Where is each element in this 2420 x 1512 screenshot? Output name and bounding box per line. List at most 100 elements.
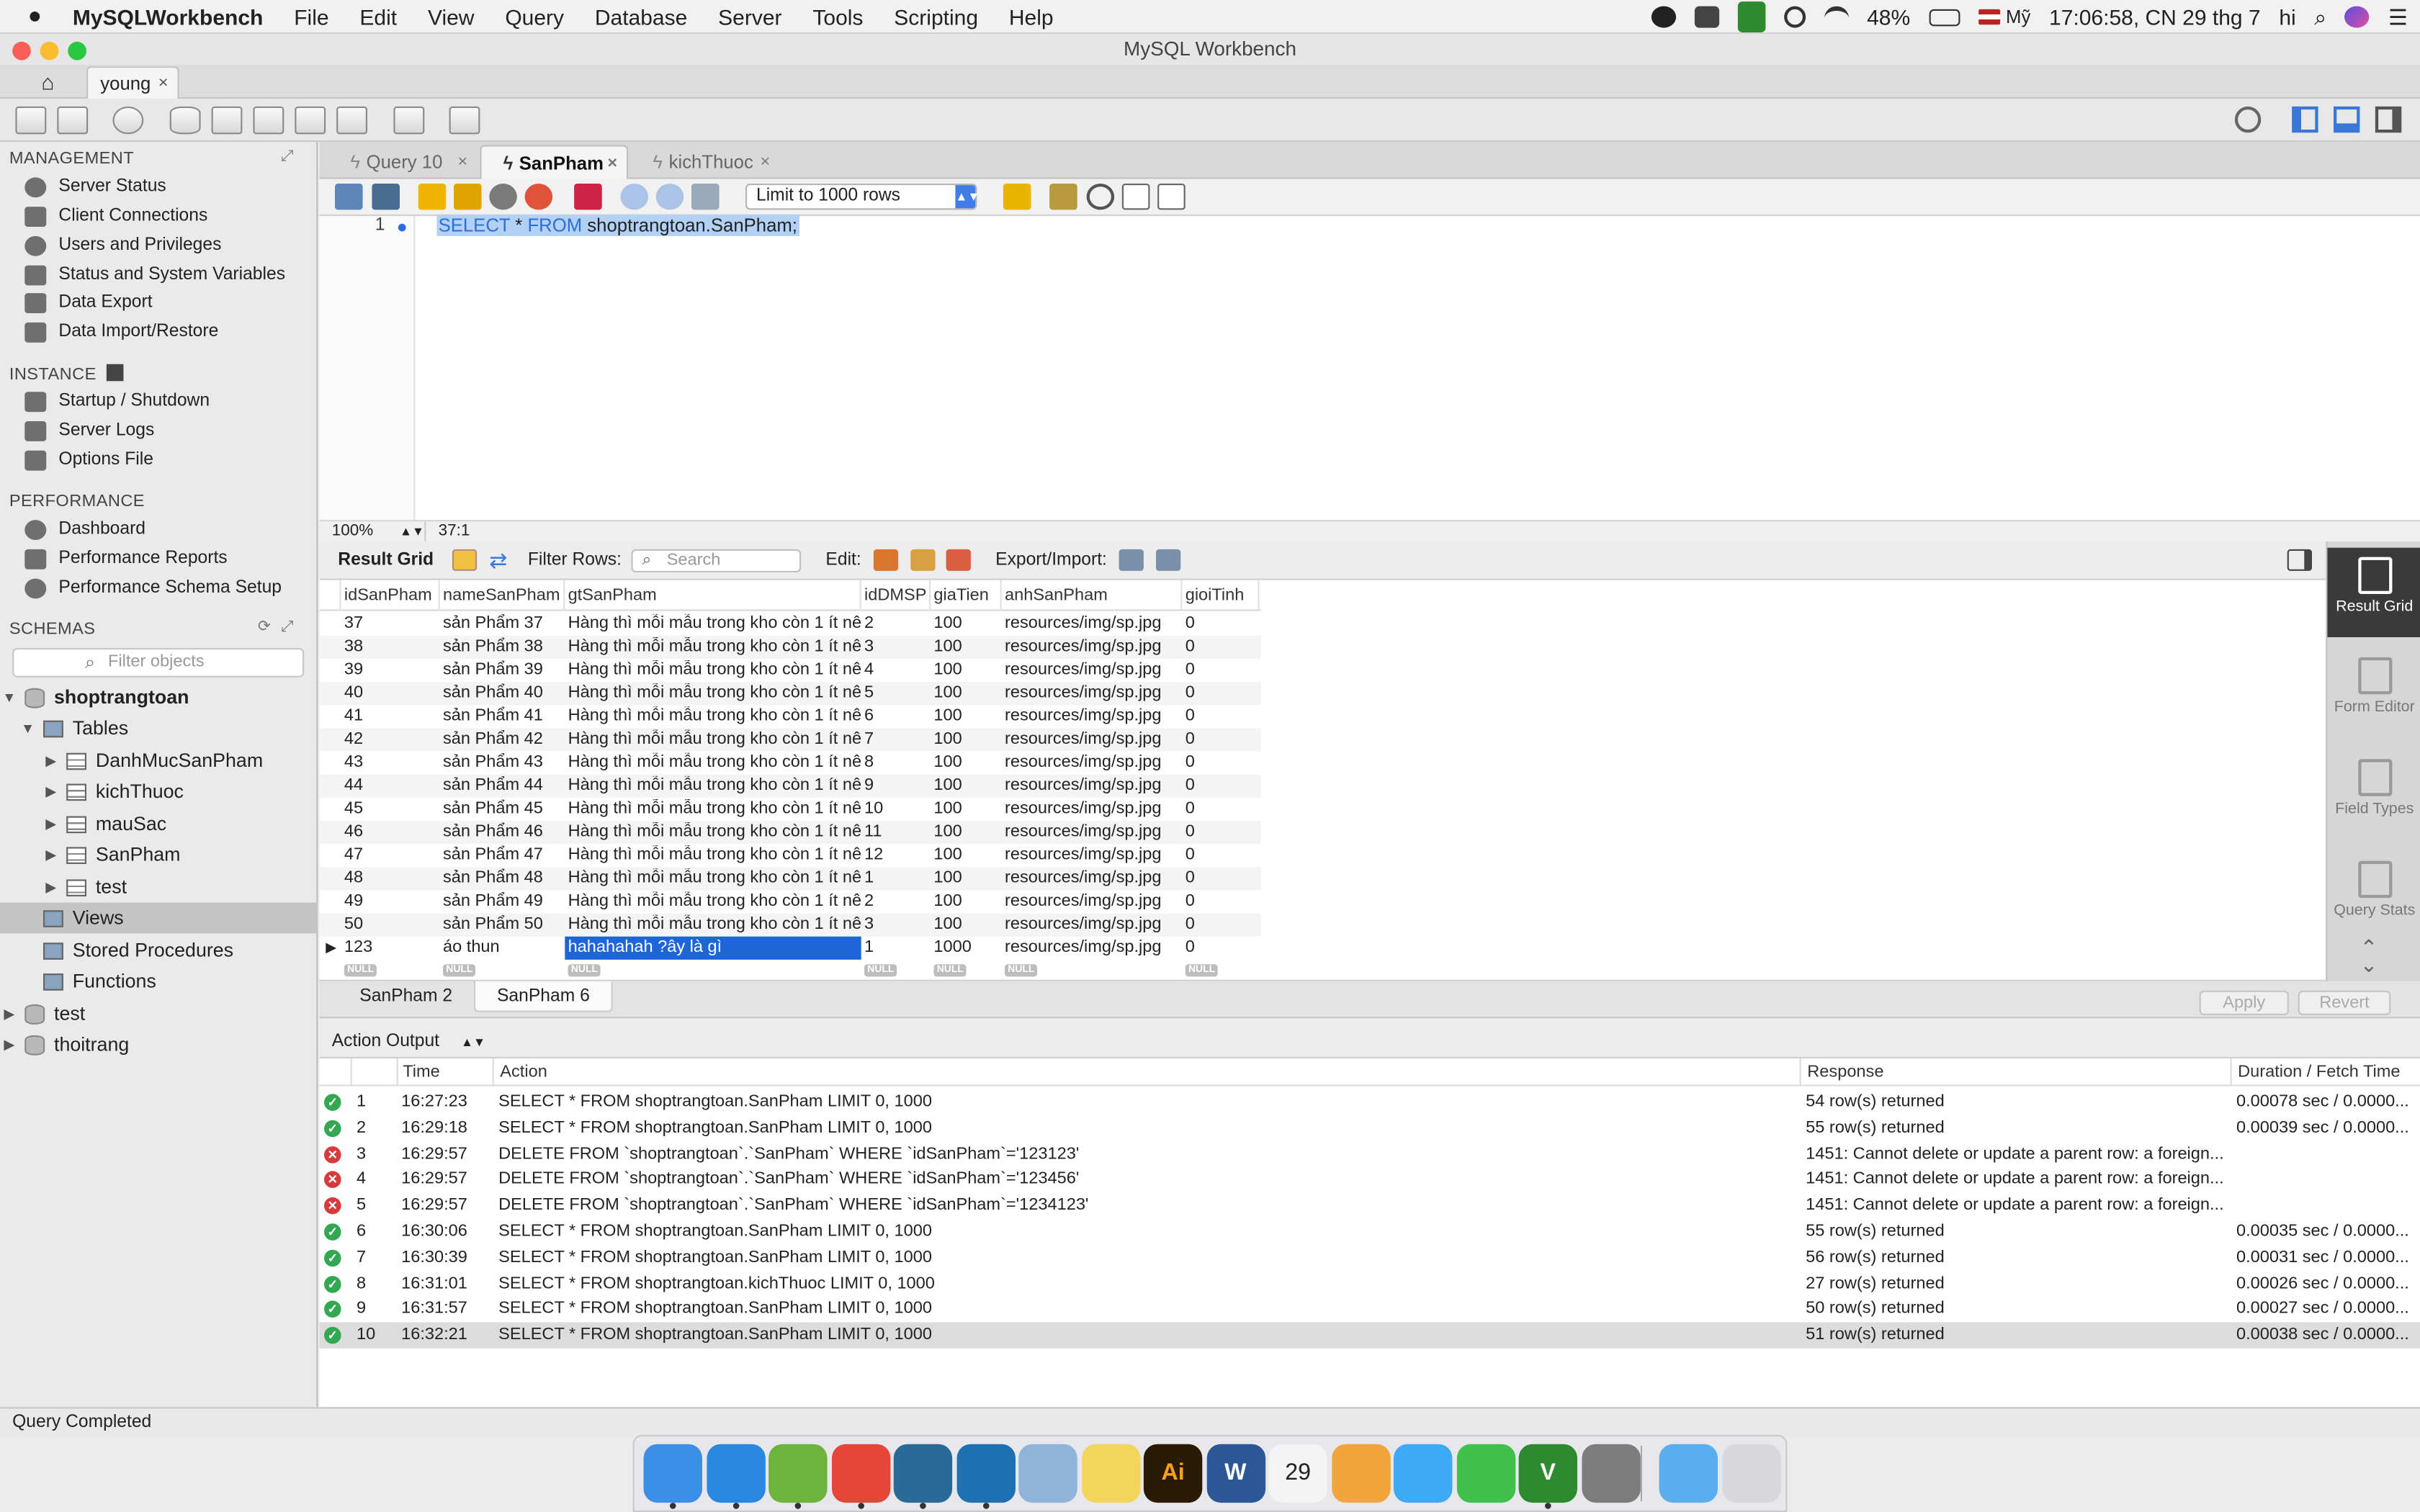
grid-cell-id[interactable]: 38 (344, 637, 437, 656)
grid-cell-description[interactable]: Hàng thì mỗi mẫu trong kho còn 1 ít nê..… (568, 822, 861, 841)
null-badge[interactable]: NULL (344, 964, 377, 977)
create-schema-icon[interactable] (169, 106, 201, 135)
execute-icon[interactable] (418, 183, 447, 210)
grid-cell-id[interactable]: 48 (344, 868, 437, 887)
column-header-id[interactable]: idSanPham (344, 586, 432, 605)
close-window-button[interactable] (12, 41, 31, 60)
table-row[interactable]: 37 sản Phẩm 37 Hàng thì mỗi mẫu trong kho … (320, 613, 1261, 636)
minimize-window-button[interactable] (40, 41, 59, 60)
table-sanpham[interactable]: ▶ SanPham (0, 840, 318, 870)
table-row[interactable]: 44 sản Phẩm 44 Hàng thì mỗi mẫu trong kho … (319, 774, 1261, 798)
apply-button[interactable]: Apply (2199, 990, 2289, 1015)
table-row[interactable]: 46 sản Phẩm 46 Hàng thì mỗi mẫu trong kho … (319, 821, 1261, 845)
query-stats-view-button[interactable]: Query Stats (2327, 856, 2420, 936)
close-icon[interactable]: × (607, 147, 617, 181)
illustrator-icon[interactable]: Ai (1143, 1444, 1203, 1503)
grid-cell-price[interactable]: 100 (933, 799, 1001, 818)
table-row[interactable]: 40 sản Phẩm 40 Hàng thì mỗi mẫu trong kho … (319, 682, 1261, 706)
grid-cell-id[interactable]: 123 (344, 938, 437, 957)
column-divider[interactable] (339, 580, 341, 611)
column-divider[interactable] (438, 580, 440, 611)
grid-cell-image[interactable]: resources/img/sp.jpg (1005, 938, 1180, 957)
grid-cell-description[interactable]: Hàng thì mỗi mẫu trong kho còn 1 ít nê..… (568, 776, 861, 795)
grid-cell-image[interactable]: resources/img/sp.jpg (1005, 845, 1180, 864)
siri-icon[interactable] (2344, 6, 2370, 28)
grid-cell-name[interactable]: sản Phẩm 39 (443, 660, 563, 679)
grid-cell-category-id[interactable]: 10 (864, 799, 931, 818)
grid-cell-id[interactable]: 42 (344, 730, 437, 749)
edit-row-icon[interactable] (873, 549, 899, 571)
input-source[interactable]: Mỹ (2006, 6, 2030, 28)
table-row[interactable]: 42 sản Phẩm 42 Hàng thì mỗi mẫu trong kho … (319, 728, 1261, 752)
grid-cell-id[interactable]: 37 (344, 614, 437, 633)
field-types-view-button[interactable]: Field Types (2327, 755, 2420, 841)
zoom-stepper-icon[interactable]: ▲▼ (400, 521, 424, 541)
grid-view-icon[interactable] (452, 549, 478, 571)
grid-cell-name[interactable]: sản Phẩm 44 (443, 776, 563, 795)
find-icon[interactable] (1086, 183, 1115, 210)
collapse-sidebar-icon[interactable]: ⤢ (281, 148, 293, 166)
toggle-secondary-sidebar-icon[interactable] (2375, 106, 2402, 133)
grid-cell-gender[interactable]: 0 (1186, 776, 1257, 795)
grid-cell-name[interactable]: sản Phẩm 40 (443, 683, 563, 702)
menu-view[interactable]: View (413, 4, 490, 28)
grid-cell-image[interactable]: resources/img/sp.jpg (1005, 637, 1180, 656)
visual-studio-code-icon[interactable] (956, 1444, 1015, 1503)
expand-arrow-icon[interactable]: ▼ (19, 721, 37, 736)
null-badge[interactable]: NULL (933, 964, 967, 977)
add-snippet-icon[interactable] (1003, 183, 1031, 210)
grid-cell-image[interactable]: resources/img/sp.jpg (1005, 822, 1180, 841)
grid-cell-gender[interactable]: 0 (1186, 938, 1257, 957)
grid-cell-price[interactable]: 1000 (933, 938, 1001, 957)
column-divider[interactable] (1000, 580, 1002, 611)
tab-query-10[interactable]: ϟ Query 10 × (328, 145, 477, 179)
server-status-item[interactable]: Server Status (24, 173, 166, 201)
functions-folder[interactable]: Functions (0, 966, 318, 996)
grid-cell-description[interactable]: Hàng thì mỗi mẫu trong kho còn 1 ít nê..… (568, 915, 861, 934)
wifi-icon[interactable] (1824, 6, 1849, 28)
dashboard-item[interactable]: Dashboard (24, 516, 145, 544)
create-procedure-icon[interactable] (295, 106, 326, 135)
revert-button[interactable]: Revert (2298, 990, 2391, 1015)
menubar-clock[interactable]: 17:06:58, CN 29 thg 7 (2049, 4, 2261, 29)
table-row[interactable]: 43 sản Phẩm 43 Hàng thì mỗi mẫu trong kho … (320, 752, 1261, 775)
grid-cell-image[interactable]: resources/img/sp.jpg (1005, 753, 1180, 772)
null-badge[interactable]: NULL (443, 964, 476, 977)
search-table-data-icon[interactable] (393, 106, 425, 135)
expand-arrow-icon[interactable]: ▼ (0, 690, 19, 705)
grid-cell-category-id[interactable]: 9 (864, 776, 931, 795)
grid-cell-description[interactable]: Hàng thì mỗi mẫu trong kho còn 1 ít nê..… (568, 868, 861, 887)
grid-cell-image[interactable]: resources/img/sp.jpg (1005, 868, 1180, 887)
data-import-item[interactable]: Data Import/Restore (24, 318, 218, 346)
column-header-gender[interactable]: gioiTinh (1186, 586, 1245, 605)
grid-cell-gender[interactable]: 0 (1186, 822, 1257, 841)
apple-menu-icon[interactable]: ● (0, 3, 57, 29)
table-row[interactable]: ✓ 8 16:31:01 SELECT * FROM shoptrangtoan.ki… (320, 1271, 2420, 1297)
grid-cell-category-id[interactable]: 12 (864, 845, 931, 864)
table-row[interactable]: 47 sản Phẩm 47 Hàng thì mỗi mẫu trong kho … (320, 844, 1261, 867)
column-header-description[interactable]: gtSanPham (568, 586, 657, 605)
startup-shutdown-item[interactable]: Startup / Shutdown (24, 387, 210, 415)
grid-cell-name[interactable]: sản Phẩm 42 (443, 730, 563, 749)
table-row[interactable]: ✕ 4 16:29:57 DELETE FROM `shoptrangtoan`.`S… (320, 1167, 2420, 1193)
execute-current-icon[interactable] (454, 183, 482, 210)
column-header-name[interactable]: nameSanPham (443, 586, 560, 605)
creative-cloud-icon[interactable] (1651, 6, 1676, 28)
column-divider[interactable] (563, 580, 565, 611)
tab-kichthuoc[interactable]: ϟ kichThuoc × (631, 145, 779, 179)
grid-cell-category-id[interactable]: 6 (864, 706, 931, 725)
menubar-user[interactable]: hi (2279, 4, 2295, 29)
scroll-panel-icon[interactable]: ⌃ ⌄ (2360, 937, 2378, 976)
grid-cell-description[interactable]: Hàng thì mỗi mẫu trong kho còn 1 ít nê..… (568, 637, 861, 656)
users-privileges-item[interactable]: Users and Privileges (24, 231, 221, 259)
reconnect-icon[interactable] (449, 106, 480, 135)
schema-thoitrang[interactable]: ▶ thoitrang (0, 1029, 318, 1060)
grid-cell-name[interactable]: sản Phẩm 50 (443, 915, 563, 934)
export-icon[interactable] (1119, 549, 1144, 571)
grid-cell-description[interactable]: Hàng thì mỗi mẫu trong kho còn 1 ít nê..… (568, 614, 861, 633)
grid-cell-name[interactable]: sản Phẩm 48 (443, 868, 563, 887)
grid-cell-price[interactable]: 100 (933, 776, 1001, 795)
menu-edit[interactable]: Edit (344, 4, 413, 28)
sql-statement[interactable]: SELECT * FROM shoptrangtoan.SanPham; (436, 214, 799, 236)
grid-cell-category-id[interactable]: 1 (864, 868, 931, 887)
